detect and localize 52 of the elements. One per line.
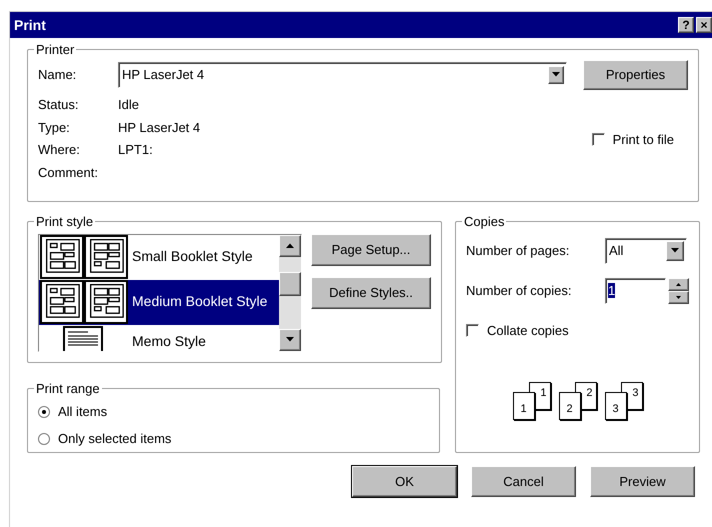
copies-field[interactable]: 1: [605, 278, 666, 304]
page-number: 3: [604, 392, 626, 420]
booklet-style-icon: [40, 234, 128, 278]
group-label: Copies: [463, 213, 506, 231]
window-title: Print: [14, 16, 46, 34]
style-list-item[interactable]: Memo Style: [39, 324, 279, 350]
style-list[interactable]: Small Booklet Style Medium Booklet Style Memo Style: [38, 234, 302, 352]
dialog-button[interactable]: Preview: [590, 466, 695, 497]
scroll-thumb[interactable]: [279, 272, 301, 296]
checkbox-label[interactable]: Print to file: [592, 130, 674, 149]
style-list-item[interactable]: Small Booklet Style: [39, 234, 279, 280]
pages-dropdown[interactable]: All: [605, 238, 687, 264]
field-label: Name:: [38, 66, 78, 84]
checkbox-label[interactable]: Collate copies: [466, 320, 689, 340]
info-value: LPT1:: [118, 141, 153, 159]
caret-icon: [671, 248, 679, 253]
field-label: Number of pages:: [466, 242, 570, 260]
group-label: Print range: [35, 380, 101, 398]
caret-icon: [286, 337, 294, 342]
radio-button[interactable]: [38, 433, 50, 445]
booklet-style-icon: [40, 280, 128, 324]
spinner-control[interactable]: [668, 278, 689, 304]
title-bar-button[interactable]: ?: [678, 17, 694, 33]
style-button[interactable]: Page Setup...: [311, 234, 431, 266]
up-arrow-icon: [676, 282, 681, 286]
info-label: Where:: [38, 141, 81, 159]
style-list-item[interactable]: Medium Booklet Style: [39, 280, 279, 324]
group-label: Print style: [35, 213, 94, 231]
radio-button[interactable]: [38, 406, 50, 418]
scrollbar[interactable]: [279, 234, 301, 350]
down-arrow-icon: [676, 296, 681, 298]
group-label: Printer: [35, 41, 76, 59]
scroll-down-button[interactable]: [279, 328, 301, 350]
info-value: HP LaserJet 4: [118, 118, 200, 136]
info-label: Type:: [38, 118, 71, 137]
page-number: 1: [512, 392, 534, 420]
info-label: Status:: [38, 96, 80, 114]
dialog-button[interactable]: OK: [352, 466, 457, 497]
properties-button[interactable]: Properties: [583, 60, 688, 90]
info-value: Idle: [118, 96, 139, 114]
radio-option[interactable]: Only selected items: [38, 426, 429, 452]
page-number: 2: [558, 392, 580, 420]
info-label: Comment:: [38, 164, 99, 182]
field-label: Number of copies:: [466, 282, 572, 300]
title-bar-button[interactable]: ×: [696, 17, 712, 33]
radio-option[interactable]: All items: [38, 398, 429, 426]
caret-icon: [552, 72, 560, 77]
printer-name-dropdown[interactable]: HP LaserJet 4: [118, 62, 567, 88]
up-arrow-icon: [286, 243, 294, 248]
dialog-button[interactable]: Cancel: [471, 466, 576, 497]
style-button[interactable]: Define Styles..: [311, 276, 431, 308]
scroll-up-button[interactable]: [279, 234, 301, 256]
